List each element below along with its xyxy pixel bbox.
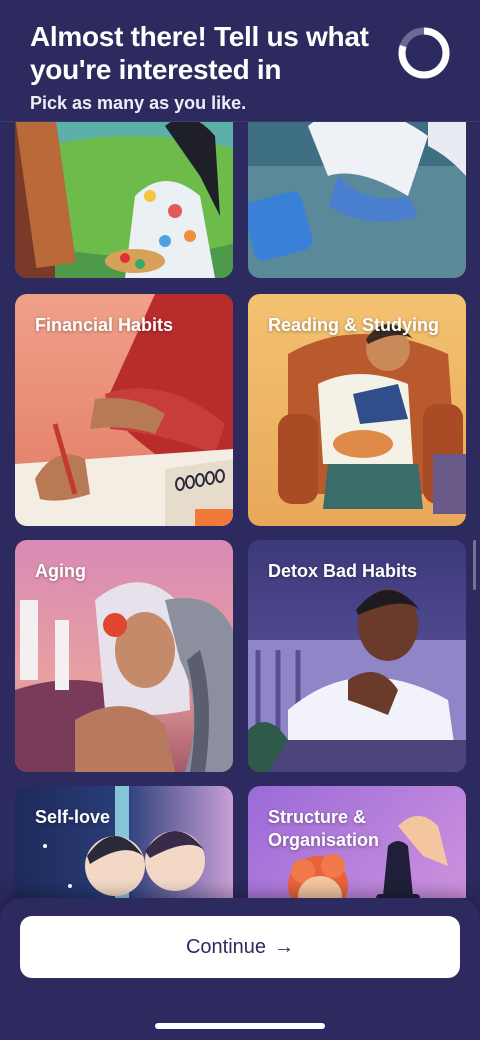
scrollbar[interactable] [473,540,476,590]
relax-illustration [248,122,466,278]
topic-label: Self-love [35,807,111,827]
topic-card-detox-bad-habits[interactable]: Detox Bad Habits [248,540,466,772]
topic-grid: Financial Habits Reading & Studying Agin… [0,122,480,898]
topic-card-relax[interactable] [248,122,466,278]
arrow-right-icon: → [274,935,295,958]
page-subtitle: Pick as many as you like. [30,93,247,113]
topic-label: Financial Habits [35,315,174,335]
topic-label: Reading & Studying [268,315,439,335]
header: Almost there! Tell us what you're intere… [0,0,480,122]
topic-card-aging[interactable]: Aging [15,540,233,772]
topic-card-self-love[interactable]: Self-love [15,786,233,898]
topic-card-art[interactable] [15,122,233,278]
self-love-illustration [15,786,233,898]
home-indicator [155,1023,325,1029]
continue-label: Continue [185,935,267,958]
progress-ring [398,27,450,79]
topic-card-reading-studying[interactable]: Reading & Studying [248,294,466,526]
bottom-bar: Continue → [0,898,480,1040]
topic-card-structure-organisation[interactable]: Structure & Organisation [248,786,466,898]
topic-label: Detox Bad Habits [268,561,418,581]
page-title: Almost there! Tell us what you're intere… [30,21,369,85]
continue-button[interactable]: Continue → [20,916,460,978]
topic-label: Structure & Organisation [268,807,380,850]
painting-illustration [15,122,233,278]
topic-label: Aging [35,561,86,581]
topic-card-financial-habits[interactable]: Financial Habits [15,294,233,526]
